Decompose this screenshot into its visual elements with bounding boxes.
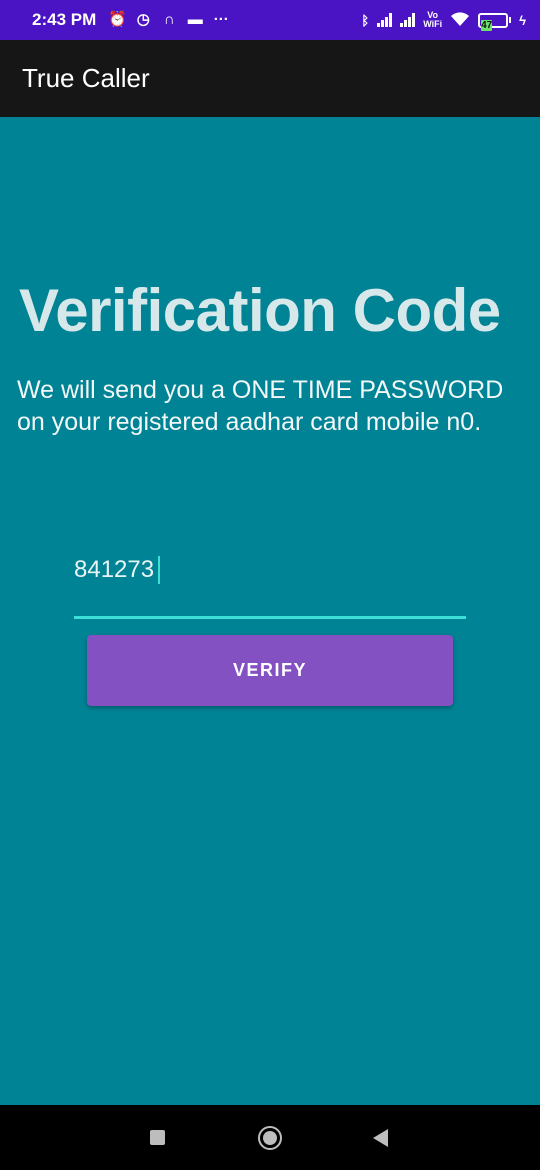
back-button[interactable] [373, 1129, 388, 1147]
page-title: Verification Code [19, 277, 501, 344]
text-cursor [158, 556, 160, 584]
recents-button[interactable] [150, 1130, 165, 1145]
wifi-icon [450, 11, 470, 30]
otp-input[interactable] [74, 548, 466, 592]
input-underline [74, 616, 466, 619]
bluetooth-icon: ᛒ [361, 12, 370, 28]
status-bar: 2:43 PM ⏰ ◷ ∩ ▬ ··· ᛒ Vo WiFi 47 ϟ [0, 0, 540, 40]
verify-button[interactable]: VERIFY [87, 635, 453, 706]
more-dots-icon: ··· [213, 11, 229, 28]
app-title: True Caller [22, 63, 150, 93]
signal-icon [400, 13, 416, 27]
headset-icon: ∩ [163, 11, 175, 28]
battery-level: 47 [481, 19, 493, 31]
description-text: We will send you a ONE TIME PASSWORD on … [17, 376, 504, 436]
vowifi-icon: Vo WiFi [423, 10, 443, 29]
app-bar: True Caller [0, 40, 540, 117]
otp-field [74, 548, 466, 620]
battery-icon: 47 [478, 12, 512, 31]
charging-icon: ϟ [519, 12, 526, 28]
status-time: 2:43 PM [32, 10, 97, 29]
home-button[interactable] [258, 1126, 282, 1150]
message-icon: ▬ [187, 11, 203, 28]
alarm-off-icon: ⏰ [108, 11, 127, 28]
navigation-bar [0, 1105, 540, 1170]
signal-icon [377, 13, 393, 27]
alarm-clock-icon: ◷ [136, 11, 150, 28]
